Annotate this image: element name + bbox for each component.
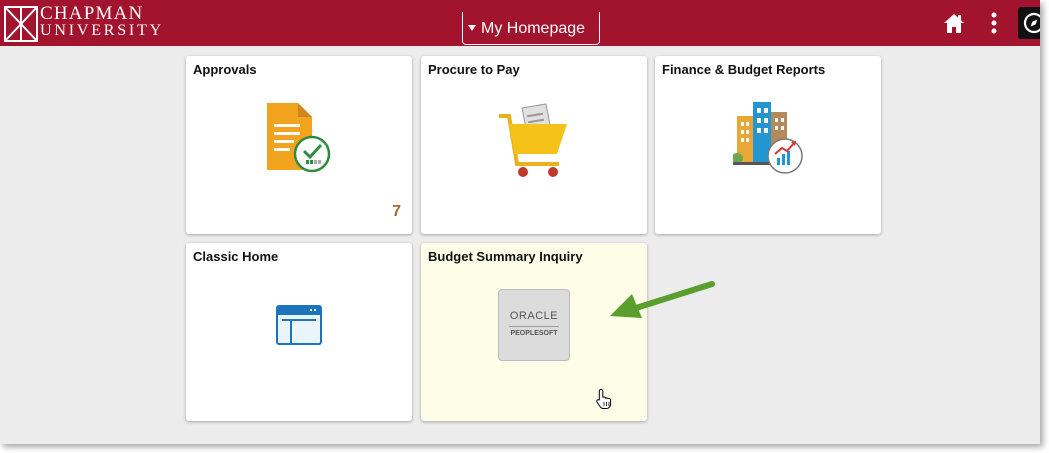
caret-down-icon: [468, 25, 476, 31]
tile-title: Budget Summary Inquiry: [428, 249, 583, 264]
logo-line-1: CHAPMAN: [40, 3, 144, 24]
peoplesoft-logo-text: PEOPLESOFT: [510, 330, 558, 337]
tile-title: Classic Home: [193, 249, 279, 264]
tile-budget-summary-inquiry[interactable]: Budget Summary Inquiry ORACLE PEOPLESOFT: [421, 243, 647, 421]
logo-line-2: UNIVERSITY: [40, 22, 164, 39]
shopping-cart-icon: [499, 103, 567, 177]
homepage-label: My Homepage: [481, 20, 586, 37]
app-screen: CHAPMAN UNIVERSITY My Homepage Approvals: [0, 0, 1040, 444]
tile-title: Approvals: [193, 62, 257, 77]
university-name[interactable]: CHAPMAN UNIVERSITY: [40, 3, 164, 39]
chapman-logo-icon: [4, 6, 38, 42]
buildings-chart-icon: [733, 102, 803, 174]
more-vertical-icon[interactable]: [990, 12, 998, 34]
homepage-selector-button[interactable]: My Homepage: [462, 12, 600, 45]
tile-classic-home[interactable]: Classic Home: [186, 243, 412, 421]
oracle-logo-text: ORACLE: [509, 310, 559, 322]
tile-title: Procure to Pay: [428, 62, 520, 77]
tile-title: Finance & Budget Reports: [662, 62, 826, 77]
approvals-count-badge: 7: [392, 203, 401, 220]
compass-icon[interactable]: [1018, 7, 1040, 39]
oracle-peoplesoft-logo: ORACLE PEOPLESOFT: [498, 289, 570, 361]
tile-procure-to-pay[interactable]: Procure to Pay: [421, 56, 647, 234]
header-banner: CHAPMAN UNIVERSITY My Homepage: [0, 0, 1040, 46]
browser-window-icon: [276, 305, 322, 345]
logo-divider: [509, 326, 559, 327]
hand-pointer-icon: [596, 388, 612, 409]
tile-approvals[interactable]: Approvals 7: [186, 56, 412, 234]
home-icon[interactable]: [942, 12, 966, 34]
green-arrow-icon: [610, 281, 715, 318]
document-check-icon: [267, 103, 331, 173]
tile-finance-budget-reports[interactable]: Finance & Budget Reports: [655, 56, 881, 234]
